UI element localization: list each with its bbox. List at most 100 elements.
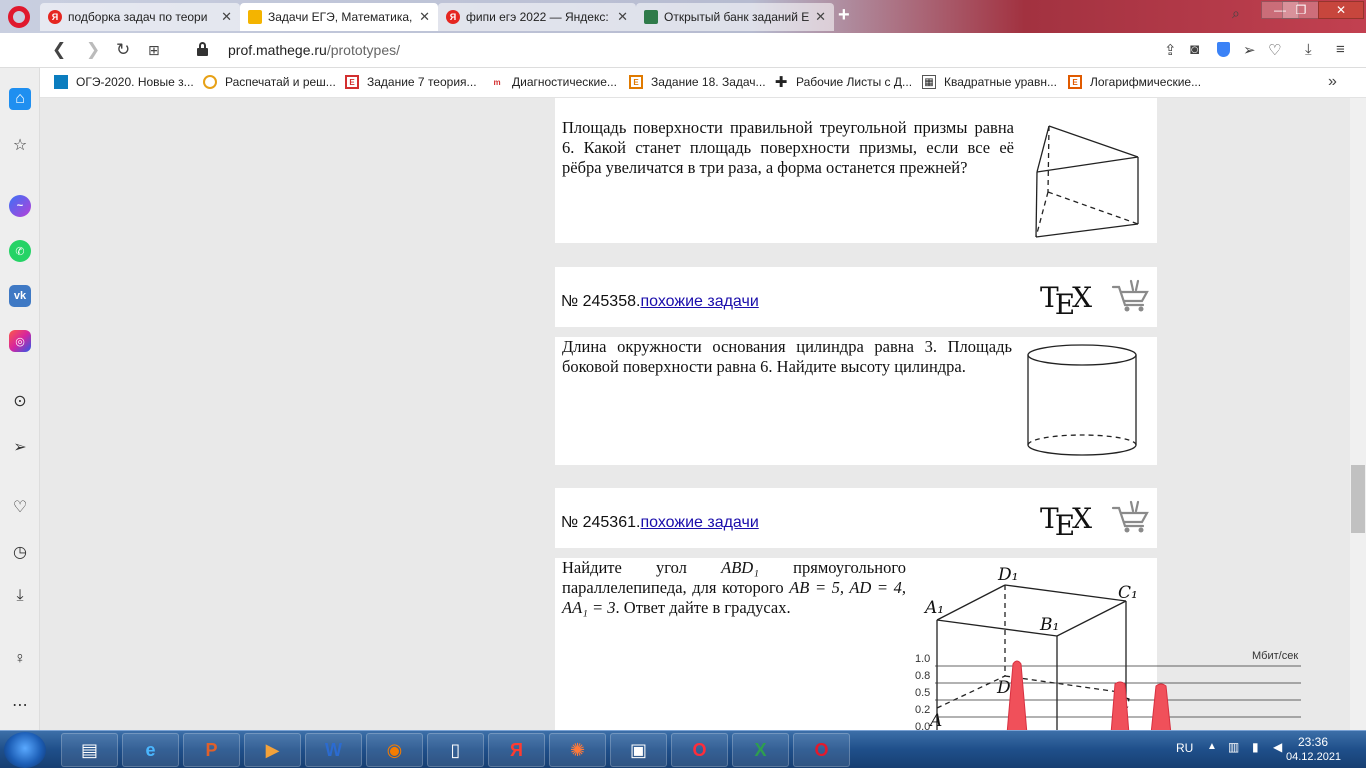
camera-icon[interactable]: ◙	[1190, 41, 1199, 58]
heart-icon[interactable]: ♡	[1268, 41, 1281, 59]
close-icon[interactable]: ✕	[419, 9, 430, 25]
home-icon[interactable]: ⌂	[9, 88, 31, 110]
bookmark-2[interactable]: E Задание 7 теория...	[345, 75, 477, 89]
close-icon[interactable]: ✕	[815, 9, 826, 25]
excel-icon[interactable]: X	[732, 733, 789, 767]
bookmark-label: Задание 7 теория...	[367, 75, 477, 89]
bookmark-3[interactable]: m Диагностические...	[490, 75, 617, 89]
speed-dial-icon[interactable]: ⊞	[148, 42, 160, 59]
tex-button[interactable]: TEX	[1040, 502, 1093, 542]
tab-3[interactable]: Открытый банк заданий Е ✕	[636, 3, 834, 31]
search-tabs-icon[interactable]: ⌕	[1232, 5, 1240, 22]
new-tab-button[interactable]: +	[838, 4, 850, 27]
close-window-button[interactable]: ✕	[1318, 1, 1364, 19]
scrollbar-thumb[interactable]	[1351, 465, 1365, 533]
reload-icon[interactable]: ↻	[116, 40, 130, 60]
cart-icon[interactable]	[1111, 500, 1149, 534]
bookmark-label: Задание 18. Задач...	[651, 75, 766, 89]
clock-date[interactable]: 04.12.2021	[1286, 751, 1341, 763]
task-number: № 245358.похожие задачи	[561, 293, 759, 311]
net-spike	[1110, 681, 1130, 734]
graduation-hat-icon	[248, 10, 262, 24]
disk-icon[interactable]: ▣	[610, 733, 667, 767]
firefox-icon[interactable]: ◉	[366, 733, 423, 767]
similar-tasks-link[interactable]: похожие задачи	[640, 293, 758, 310]
volume-tray-icon[interactable]: ◀	[1273, 740, 1282, 754]
heart-icon[interactable]: ♡	[9, 496, 31, 518]
tab-1[interactable]: Задачи ЕГЭ, Математика, ✕	[240, 3, 438, 31]
folder-icon[interactable]: ▤	[61, 733, 118, 767]
tex-button[interactable]: TEX	[1040, 281, 1092, 321]
tray-expand-icon[interactable]: ▲	[1207, 741, 1217, 752]
task-text-part: Найдите угол	[562, 558, 722, 577]
menu-icon[interactable]: ≡	[1336, 41, 1345, 58]
tab-title: фипи егэ 2022 — Яндекс:	[466, 10, 609, 24]
opera-gx-icon[interactable]: O	[793, 733, 850, 767]
scrollbar-track[interactable]	[1350, 98, 1366, 730]
instagram-icon[interactable]: ◎	[9, 330, 31, 352]
tab-2[interactable]: Я фипи егэ 2022 — Яндекс: ✕	[438, 3, 636, 31]
signal-tray-icon[interactable]: ▮	[1252, 740, 1259, 754]
yandex-icon: Я	[446, 10, 460, 24]
bookmark-5[interactable]: ✚ Рабочие Листы с Д...	[774, 74, 913, 91]
vpn-shield-icon[interactable]	[1217, 42, 1230, 57]
network-tray-icon[interactable]: ▥	[1228, 740, 1239, 754]
bookmark-0[interactable]: ОГЭ-2020. Новые з...	[54, 75, 194, 89]
task-card: Площадь поверхности правильной треугольн…	[555, 98, 1157, 243]
close-icon[interactable]: ✕	[221, 9, 232, 25]
send-icon[interactable]: ➢	[1243, 41, 1256, 59]
word-icon[interactable]: W	[305, 733, 362, 767]
more-bookmarks-icon[interactable]: »	[1328, 73, 1337, 91]
tab-0[interactable]: Я подборка задач по теори ✕	[40, 3, 240, 31]
clock-time[interactable]: 23:36	[1298, 735, 1328, 749]
bookmark-1[interactable]: Распечатай и реш...	[203, 75, 336, 89]
ege-icon: E	[345, 75, 359, 89]
download-icon[interactable]: ⤓	[9, 585, 31, 607]
language-indicator[interactable]: RU	[1176, 741, 1193, 755]
similar-tasks-link[interactable]: похожие задачи	[640, 514, 758, 531]
file-icon[interactable]: ▯	[427, 733, 484, 767]
close-icon[interactable]: ✕	[617, 9, 628, 25]
player-icon[interactable]: ⊙	[9, 390, 31, 412]
start-button[interactable]	[4, 732, 46, 768]
sidebar: ⌂ ☆ ~ ✆ vk ◎ ⊙ ➢ ♡ ◷ ⤓ ♀ ⋯	[0, 68, 40, 730]
share-icon[interactable]: ⇪	[1164, 41, 1177, 59]
forward-icon[interactable]: ❯	[86, 40, 100, 60]
bookmark-label: Рабочие Листы с Д...	[796, 75, 913, 89]
more-icon[interactable]: ⋯	[9, 694, 31, 716]
url-field[interactable]: prof.mathege.ru/prototypes/	[228, 42, 400, 58]
star-icon[interactable]: ☆	[9, 134, 31, 156]
cart-icon[interactable]	[1111, 279, 1149, 313]
reel-icon[interactable]: ✺	[549, 733, 606, 767]
media-icon[interactable]: ▶	[244, 733, 301, 767]
label-c1: C₁	[1118, 583, 1138, 603]
task-text-part: . Ответ дайте в градусах.	[615, 598, 791, 617]
bookmark-7[interactable]: E Логарифмические...	[1068, 75, 1201, 89]
bookmarks-bar: ОГЭ-2020. Новые з... Распечатай и реш...…	[40, 68, 1366, 98]
ie-icon[interactable]: e	[122, 733, 179, 767]
yandex-icon[interactable]: Я	[488, 733, 545, 767]
vk-icon[interactable]: vk	[9, 285, 31, 307]
task-header-245361: № 245361.похожие задачи TEX	[555, 488, 1157, 548]
cylinder-figure	[1027, 344, 1137, 456]
task-math: ABD₁	[721, 558, 759, 577]
powerpoint-icon[interactable]: P	[183, 733, 240, 767]
opera-icon[interactable]: O	[671, 733, 728, 767]
whatsapp-icon[interactable]: ✆	[9, 240, 31, 262]
tips-icon[interactable]: ♀	[9, 648, 31, 670]
bookmark-6[interactable]: ▦ Квадратные уравн...	[922, 75, 1057, 89]
send-icon[interactable]: ➢	[9, 436, 31, 458]
opera-menu-icon[interactable]	[8, 6, 30, 28]
history-icon[interactable]: ◷	[9, 541, 31, 563]
net-spike	[1006, 660, 1028, 734]
lock-icon[interactable]	[197, 42, 208, 56]
tex-x: X	[1072, 502, 1093, 535]
plus-icon: ✚	[774, 74, 788, 91]
bookmark-4[interactable]: E Задание 18. Задач...	[629, 75, 766, 89]
clock-icon	[203, 75, 217, 89]
messenger-icon[interactable]: ~	[9, 195, 31, 217]
maximize-button[interactable]: ❐	[1282, 1, 1320, 19]
download-icon[interactable]: ⤓	[1305, 41, 1312, 58]
bookmark-label: Распечатай и реш...	[225, 75, 336, 89]
back-icon[interactable]: ❮	[52, 40, 66, 60]
